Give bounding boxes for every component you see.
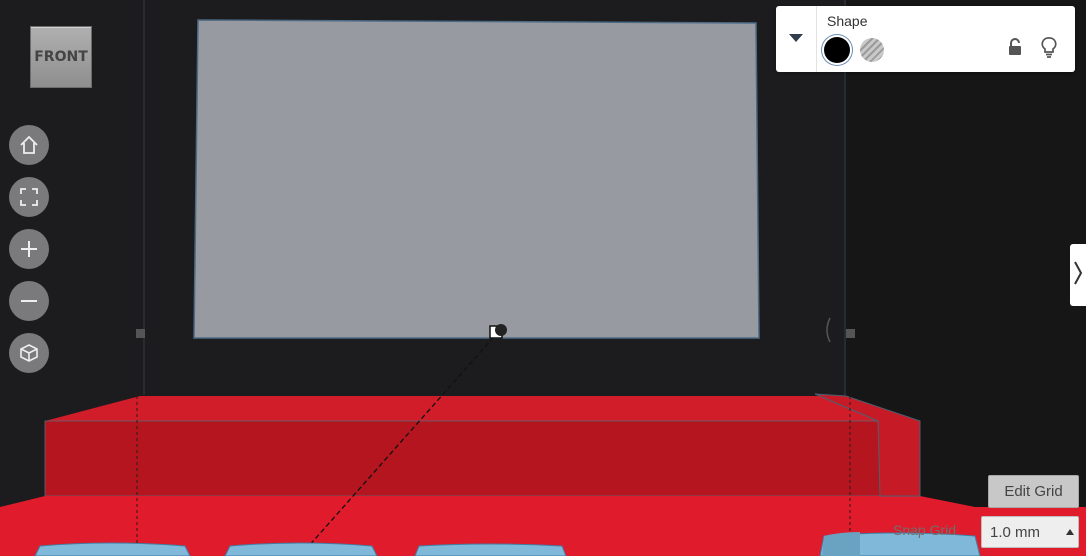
rotate-handle-hint [826,317,831,343]
zoom-out-icon [18,290,40,312]
blue-cylinder-4-shade [822,532,860,556]
caret-up-icon [1062,529,1078,535]
side-panel-toggle[interactable] [1070,244,1086,306]
chevron-down-icon [788,30,804,48]
zoom-in-icon [18,238,40,260]
perspective-icon [18,342,40,364]
grey-box-shape[interactable] [193,19,760,339]
right-handle[interactable] [846,329,855,338]
home-view-button[interactable] [9,125,49,165]
blue-cylinder-1[interactable] [34,542,191,556]
edit-grid-button[interactable]: Edit Grid [988,475,1079,508]
fit-view-icon [18,186,40,208]
3d-scene[interactable] [0,0,1086,556]
view-cube-front[interactable]: FRONT [30,26,92,88]
perspective-toggle-button[interactable] [9,333,49,373]
solid-color-swatch[interactable] [824,37,850,63]
inspector-title: Shape [827,13,868,29]
workplane-viewport[interactable]: FRONT Shape Edit Grid Snap Grid 1.0 mm [0,0,1086,556]
zoom-in-button[interactable] [9,229,49,269]
home-icon [18,134,40,156]
shape-inspector-panel: Shape [776,6,1075,72]
red-box-top-face [45,396,920,421]
lock-icon [1006,37,1024,62]
snap-grid-label: Snap Grid [893,522,957,538]
lock-button[interactable] [1004,37,1026,62]
visibility-button[interactable] [1038,36,1060,63]
snap-grid-select[interactable]: 1.0 mm [981,516,1079,548]
edit-grid-label: Edit Grid [1004,483,1063,500]
snap-grid-value: 1.0 mm [990,523,1041,541]
bulb-icon [1040,36,1058,63]
zoom-out-button[interactable] [9,281,49,321]
chevron-right-icon [1073,260,1083,291]
blue-cylinder-2[interactable] [224,542,378,556]
left-handle[interactable] [136,329,145,338]
blue-cylinder-3[interactable] [414,543,567,556]
height-handle[interactable] [495,324,507,336]
hole-swatch[interactable] [860,38,884,62]
red-box-front-face [44,420,921,497]
fit-view-button[interactable] [9,177,49,217]
inspector-collapse-button[interactable] [776,6,817,72]
view-cube-label: FRONT [34,49,88,65]
